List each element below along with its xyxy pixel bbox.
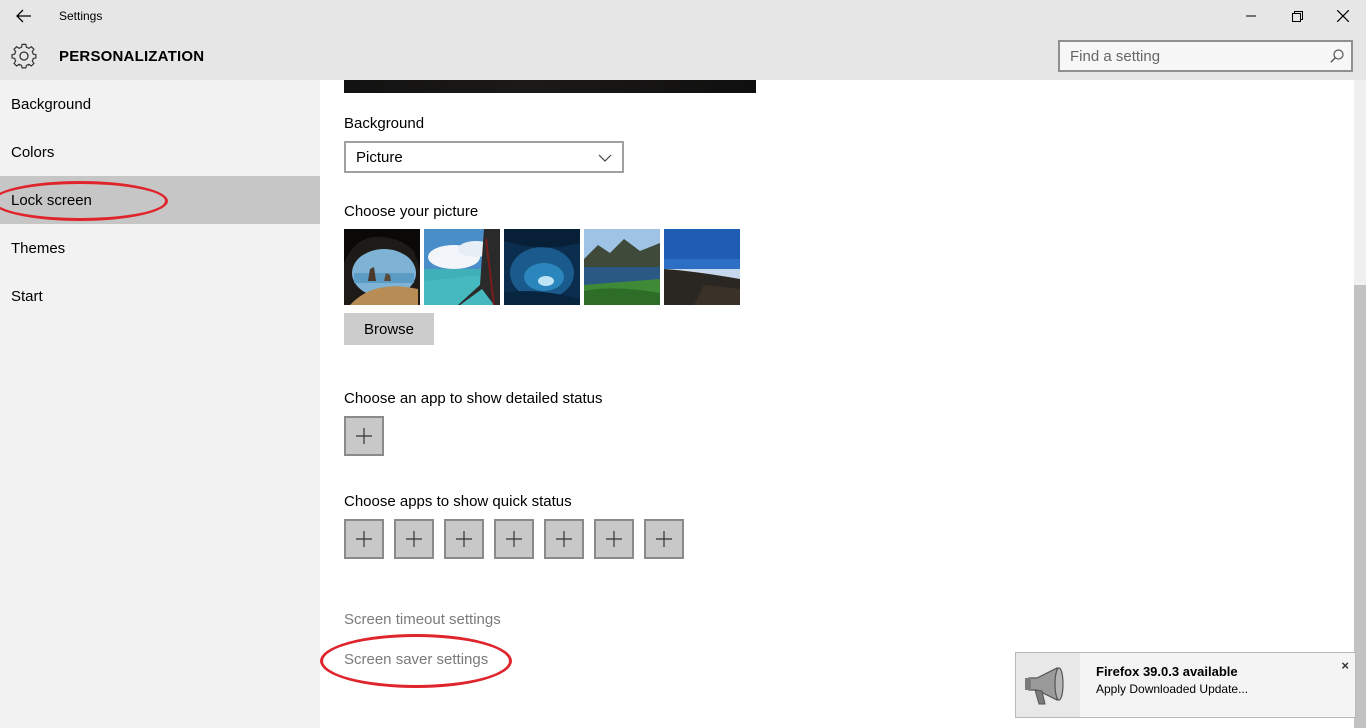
restore-icon [1291,10,1303,22]
sidebar-item-colors[interactable]: Colors [0,128,320,176]
title-bar: Settings [0,0,1366,32]
detailed-status-label: Choose an app to show detailed status [344,390,603,407]
page-title: PERSONALIZATION [59,48,205,65]
plus-icon [356,531,372,547]
back-button[interactable] [8,4,40,28]
sea-window-image [424,229,500,305]
plus-icon [406,531,422,547]
sidebar-item-themes[interactable]: Themes [0,224,320,272]
add-quick-status-app-button[interactable] [444,519,484,559]
add-quick-status-app-button[interactable] [494,519,534,559]
search-input[interactable] [1070,46,1320,66]
firefox-update-notification[interactable]: Firefox 39.0.3 available Apply Downloade… [1015,652,1356,718]
add-quick-status-app-button[interactable] [344,519,384,559]
screen-saver-settings-link[interactable]: Screen saver settings [344,651,488,668]
plus-icon [556,531,572,547]
picture-thumbnail[interactable] [504,229,580,305]
cave-beach-image [344,229,420,305]
plus-icon [456,531,472,547]
minimize-icon [1246,15,1256,17]
plus-icon [606,531,622,547]
gear-icon [11,43,37,69]
toast-icon-area [1016,653,1080,717]
back-arrow-icon [16,9,31,23]
add-detailed-status-app-button[interactable] [344,416,384,456]
plus-icon [656,531,672,547]
add-quick-status-app-button[interactable] [594,519,634,559]
screen-timeout-settings-link[interactable]: Screen timeout settings [344,611,501,628]
minimize-button[interactable] [1228,0,1274,32]
main-content: Background Picture Choose your picture B… [320,80,1354,728]
toast-title: Firefox 39.0.3 available [1096,664,1238,679]
close-icon [1337,10,1349,22]
toast-body: Apply Downloaded Update... [1096,682,1249,696]
add-quick-status-app-button[interactable] [644,519,684,559]
add-quick-status-app-button[interactable] [394,519,434,559]
chevron-down-icon [598,154,612,162]
picture-thumbnail[interactable] [424,229,500,305]
dropdown-value: Picture [356,149,403,166]
mountain-lake-image [584,229,660,305]
sidebar-item-background[interactable]: Background [0,80,320,128]
browse-button[interactable]: Browse [344,313,434,345]
plus-icon [506,531,522,547]
ice-cave-image [504,229,580,305]
sidebar-item-label: Colors [11,144,55,161]
toast-close-button[interactable]: × [1341,658,1349,673]
picture-thumbnail[interactable] [344,229,420,305]
background-dropdown[interactable]: Picture [344,141,624,173]
sidebar-item-start[interactable]: Start [0,272,320,320]
sidebar-item-label: Lock screen [11,192,92,209]
add-quick-status-app-button[interactable] [544,519,584,559]
quick-status-label: Choose apps to show quick status [344,493,572,510]
sidebar: Background Colors Lock screen Themes Sta… [0,80,320,728]
search-box[interactable] [1058,40,1353,72]
sidebar-item-label: Themes [11,240,66,257]
app-title: Settings [59,9,103,23]
restore-button[interactable] [1274,0,1320,32]
sidebar-item-lock-screen[interactable]: Lock screen [0,176,320,224]
picture-thumbnail[interactable] [584,229,660,305]
megaphone-icon [1025,667,1064,705]
sidebar-item-label: Background [11,96,92,113]
picture-thumbnail[interactable] [664,229,740,305]
choose-picture-label: Choose your picture [344,203,479,220]
background-label: Background [344,115,425,132]
sidebar-item-label: Start [11,288,43,305]
lock-screen-preview [344,80,756,93]
search-icon[interactable] [1330,49,1344,63]
plus-icon [356,428,372,444]
page-header: PERSONALIZATION [0,32,1366,80]
cliff-sky-image [664,229,740,305]
close-button[interactable] [1320,0,1366,32]
